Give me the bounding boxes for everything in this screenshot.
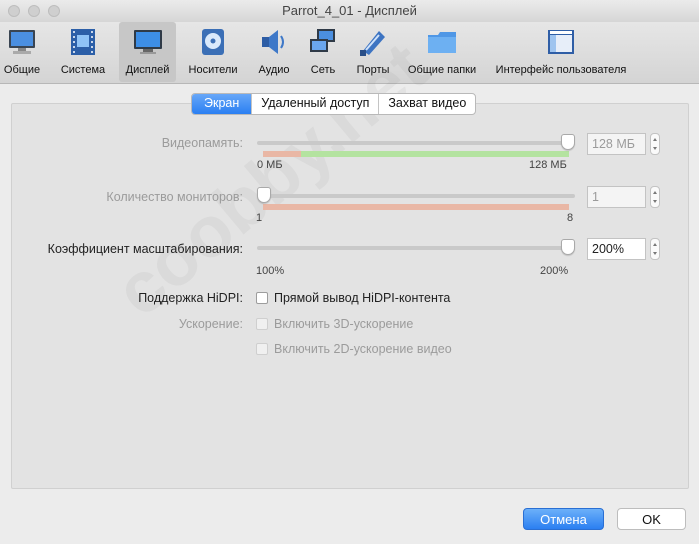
title-bar: Parrot_4_01 - Дисплей	[0, 0, 699, 22]
shared-folder-icon	[428, 32, 456, 53]
monitor-count-label: Количество мониторов:	[106, 190, 243, 204]
scale-factor-track	[257, 246, 575, 250]
enable-3d-checkbox[interactable]	[256, 318, 268, 330]
display-tabs: Экран Удаленный доступ Захват видео	[191, 93, 477, 115]
minimize-window-button[interactable]	[28, 5, 40, 17]
toolbar-network[interactable]: Сеть	[304, 22, 342, 82]
video-memory-slider-knob[interactable]	[561, 134, 575, 150]
user-interface-icon	[548, 30, 574, 54]
scale-factor-label: Коэффициент масштабирования:	[47, 242, 243, 256]
close-window-button[interactable]	[8, 5, 20, 17]
enable-2d-checkbox[interactable]	[256, 343, 268, 355]
video-memory-max: 128 МБ	[529, 159, 567, 171]
window-title: Parrot_4_01 - Дисплей	[282, 3, 417, 18]
hidpi-option-label: Прямой вывод HiDPI-контента	[274, 291, 451, 305]
monitor-count-min: 1	[256, 212, 263, 224]
tab-video-capture[interactable]: Захват видео	[378, 94, 475, 114]
toolbar-display[interactable]: Дисплей	[119, 22, 176, 82]
settings-toolbar: Общие Система Дисплей Носители Аудио Сет…	[0, 22, 699, 84]
toolbar-storage[interactable]: Носители	[183, 22, 243, 82]
zoom-window-button[interactable]	[48, 5, 60, 17]
tab-screen[interactable]: Экран	[192, 94, 252, 114]
enable-2d-label: Включить 2D-ускорение видео	[274, 342, 452, 356]
monitor-count-input[interactable]: 1	[587, 186, 646, 208]
display-monitor-icon	[133, 30, 162, 54]
toolbar-general[interactable]: Общие	[0, 22, 44, 82]
audio-speaker-icon	[262, 30, 284, 54]
toolbar-system[interactable]: Система	[56, 22, 110, 82]
acceleration-label: Ускорение:	[178, 317, 243, 331]
video-memory-label: Видеопамять:	[161, 136, 243, 150]
scale-factor-min: 100%	[256, 265, 285, 277]
general-monitor-icon	[9, 30, 35, 54]
monitor-count-track	[257, 194, 575, 198]
hidpi-label: Поддержка HiDPI:	[138, 291, 243, 305]
scale-factor-stepper[interactable]	[650, 238, 660, 260]
monitor-count-slider-knob[interactable]	[257, 187, 271, 203]
hidpi-checkbox[interactable]	[256, 292, 268, 304]
video-memory-recommended-range	[301, 151, 569, 157]
tab-remote-display[interactable]: Удаленный доступ	[251, 94, 378, 114]
ports-icon	[360, 31, 385, 56]
ok-button[interactable]: OK	[617, 508, 686, 530]
video-memory-track	[257, 141, 575, 145]
scale-factor-input[interactable]: 200%	[587, 238, 646, 260]
network-icon	[310, 29, 335, 52]
toolbar-audio[interactable]: Аудио	[252, 22, 296, 82]
toolbar-ports[interactable]: Порты	[352, 22, 394, 82]
storage-disk-icon	[202, 29, 224, 55]
enable-3d-label: Включить 3D-ускорение	[274, 317, 414, 331]
scale-factor-max: 200%	[540, 265, 569, 277]
video-memory-stepper[interactable]	[650, 133, 660, 155]
scale-factor-slider-knob[interactable]	[561, 239, 575, 255]
video-memory-input[interactable]: 128 МБ	[587, 133, 646, 155]
toolbar-user-interface[interactable]: Интерфейс пользователя	[494, 22, 628, 82]
monitor-count-range	[263, 204, 569, 210]
system-chip-icon	[71, 29, 95, 55]
monitor-count-max: 8	[567, 212, 574, 224]
video-memory-min: 0 МБ	[257, 159, 283, 171]
video-memory-low-range	[263, 151, 301, 157]
monitor-count-stepper[interactable]	[650, 186, 660, 208]
toolbar-shared-folders[interactable]: Общие папки	[405, 22, 479, 82]
cancel-button[interactable]: Отмена	[523, 508, 604, 530]
